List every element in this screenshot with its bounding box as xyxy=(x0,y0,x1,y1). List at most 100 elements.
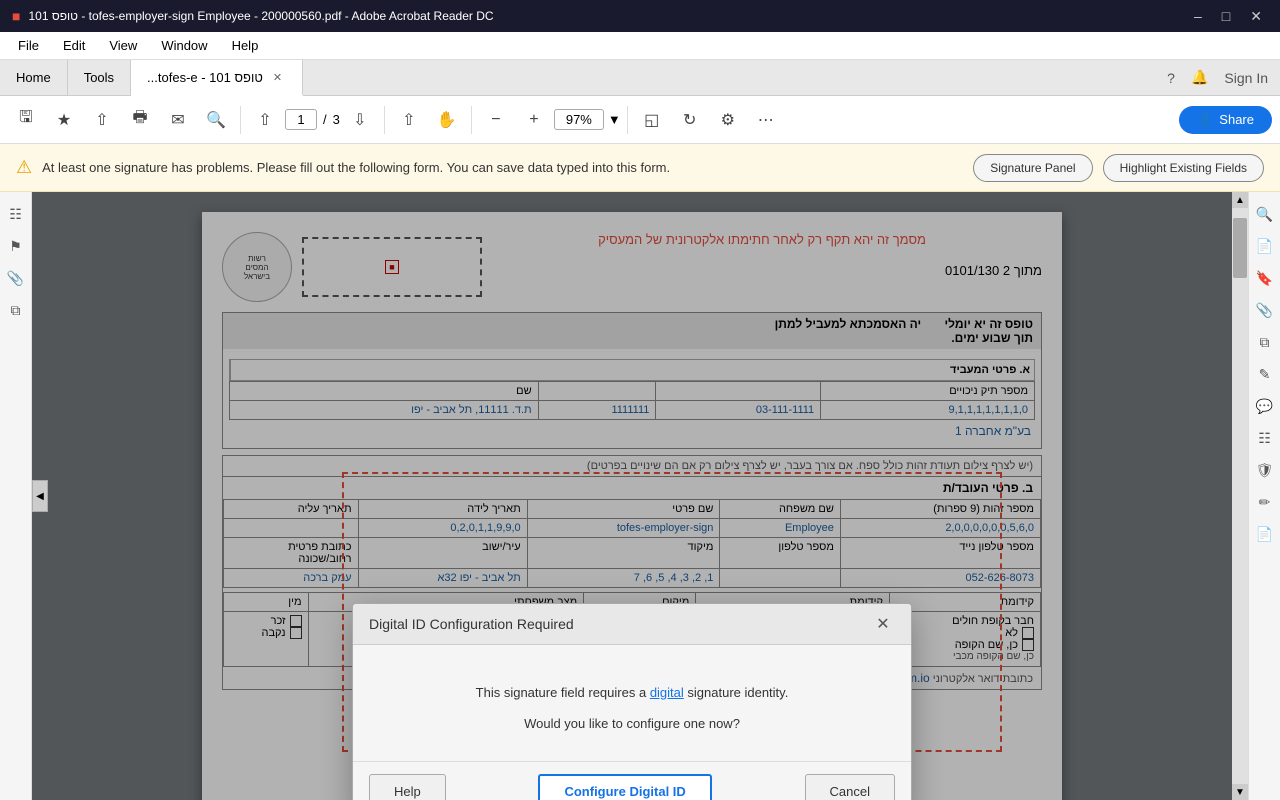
main-layout: ☷ ⚑ 📎 ⧉ מסמך זה יהא תקף רק לאחר חתימתו א… xyxy=(0,192,1280,800)
layers-sidebar-icon[interactable]: ⧉ xyxy=(2,296,30,324)
sep1 xyxy=(240,106,241,134)
configure-digital-id-button[interactable]: Configure Digital ID xyxy=(538,774,711,800)
tab-home-label: Home xyxy=(16,70,51,85)
sep3 xyxy=(471,106,472,134)
page-total: 3 xyxy=(333,112,340,127)
tab-tools[interactable]: Tools xyxy=(68,60,131,95)
add-bookmark-icon[interactable]: 🔖 xyxy=(1251,264,1279,292)
protect-icon[interactable]: 🛡 xyxy=(1251,456,1279,484)
zoom-level[interactable]: 97% xyxy=(554,109,604,130)
cursor-btn[interactable]: ⇧ xyxy=(391,102,427,138)
pdf-page: מסמך זה יהא תקף רק לאחר חתימתו אלקטרונית… xyxy=(202,212,1062,800)
digital-id-dialog: Digital ID Configuration Required ✕ This… xyxy=(352,603,912,800)
share-label: Share xyxy=(1219,112,1254,127)
highlight-fields-button[interactable]: Highlight Existing Fields xyxy=(1103,154,1264,182)
page-input[interactable] xyxy=(285,109,317,130)
zoom-out-btn[interactable]: − xyxy=(478,102,514,138)
right-sidebar: 🔍 📄 🔖 📎 ⧉ ✎ 💬 ☷ 🛡 ✏ 📄 xyxy=(1248,192,1280,800)
menu-window[interactable]: Window xyxy=(151,35,217,56)
cancel-button[interactable]: Cancel xyxy=(805,774,895,800)
dialog-header: Digital ID Configuration Required ✕ xyxy=(353,604,911,645)
sign-icon[interactable]: ✎ xyxy=(1251,360,1279,388)
scroll-up-btn[interactable]: ▲ xyxy=(1232,192,1248,208)
attachment-sidebar-icon[interactable]: 📎 xyxy=(2,264,30,292)
menu-help[interactable]: Help xyxy=(222,35,269,56)
zoom-control: 97% ▼ xyxy=(554,109,621,130)
zoom-dropdown-icon[interactable]: ▼ xyxy=(608,112,621,127)
menu-view[interactable]: View xyxy=(99,35,147,56)
more-btn[interactable]: ⋯ xyxy=(748,102,784,138)
pdf-area: מסמך זה יהא תקף רק לאחר חתימתו אלקטרונית… xyxy=(32,192,1248,800)
menu-file[interactable]: File xyxy=(8,35,49,56)
help-button[interactable]: Help xyxy=(369,774,446,800)
menu-edit[interactable]: Edit xyxy=(53,35,95,56)
tab-tools-label: Tools xyxy=(84,70,114,85)
bookmark-sidebar-icon[interactable]: ⚑ xyxy=(2,232,30,260)
maximize-btn[interactable]: □ xyxy=(1216,6,1236,27)
dialog-title: Digital ID Configuration Required xyxy=(369,616,574,632)
close-btn[interactable]: ✕ xyxy=(1244,6,1268,27)
dialog-body: This signature field requires a digital … xyxy=(353,645,911,761)
comment-icon[interactable]: 💬 xyxy=(1251,392,1279,420)
scroll-down-btn[interactable]: ▼ xyxy=(1232,784,1248,800)
scrollbar-track[interactable] xyxy=(1232,208,1248,784)
window-controls[interactable]: – □ ✕ xyxy=(1188,6,1268,27)
page-nav: / 3 xyxy=(285,109,340,130)
scrollbar-thumb[interactable] xyxy=(1233,218,1247,278)
collapse-sidebar-btn[interactable]: ◀ xyxy=(32,480,48,512)
hand-btn[interactable]: ✋ xyxy=(429,102,465,138)
digital-word: digital xyxy=(650,685,684,700)
dialog-overlay: Digital ID Configuration Required ✕ This… xyxy=(202,212,1062,800)
edit-pdf-icon[interactable]: ✏ xyxy=(1251,488,1279,516)
title-bar: ■ טופס 101 - tofes-employer-sign Employe… xyxy=(0,0,1280,32)
tab-document[interactable]: ...tofes-e - 101 טופס ✕ xyxy=(131,60,303,96)
pdf-scroll[interactable]: מסמך זה יהא תקף רק לאחר חתימתו אלקטרונית… xyxy=(32,192,1232,800)
tab-document-label: ...tofes-e - 101 טופס xyxy=(147,70,263,85)
prev-page-btn[interactable]: ⇧ xyxy=(247,102,283,138)
signature-panel-button[interactable]: Signature Panel xyxy=(973,154,1092,182)
zoom-in-btn[interactable]: + xyxy=(516,102,552,138)
search-btn[interactable]: 🔍 xyxy=(198,102,234,138)
minimize-btn[interactable]: – xyxy=(1188,6,1208,27)
menu-bar: File Edit View Window Help xyxy=(0,32,1280,60)
sep2 xyxy=(384,106,385,134)
tools-btn[interactable]: ⚙ xyxy=(710,102,746,138)
attach-icon[interactable]: 📎 xyxy=(1251,296,1279,324)
tab-home[interactable]: Home xyxy=(0,60,68,95)
save-btn[interactable]: 🖫 xyxy=(8,102,44,138)
magnify-icon[interactable]: 🔍 xyxy=(1251,200,1279,228)
tab-right-actions: ? 🔔 Sign In xyxy=(1167,60,1280,95)
app-icon: ■ xyxy=(12,8,20,24)
add-page-icon[interactable]: 📄 xyxy=(1251,232,1279,260)
notification-bar: ⚠ At least one signature has problems. P… xyxy=(0,144,1280,192)
dialog-close-btn[interactable]: ✕ xyxy=(871,612,895,636)
page-sep: / xyxy=(323,112,327,127)
signin-label[interactable]: Sign In xyxy=(1224,70,1268,86)
share-button[interactable]: 👤 Share xyxy=(1179,106,1272,134)
window-title: טופס 101 - tofes-employer-sign Employee … xyxy=(28,9,493,23)
warning-icon: ⚠ xyxy=(16,157,32,178)
share-icon: 👤 xyxy=(1197,112,1213,128)
dialog-message1: This signature field requires a digital … xyxy=(373,685,891,700)
tab-close-btn[interactable]: ✕ xyxy=(269,69,286,86)
organize-icon[interactable]: ☷ xyxy=(1251,424,1279,452)
dialog-footer: Help Configure Digital ID Cancel xyxy=(353,761,911,800)
bookmark-btn[interactable]: ★ xyxy=(46,102,82,138)
page-thumbnail-icon[interactable]: ☷ xyxy=(2,200,30,228)
notification-icon[interactable]: 🔔 xyxy=(1191,69,1208,86)
vertical-scrollbar[interactable]: ▲ ▼ xyxy=(1232,192,1248,800)
toolbar: 🖫 ★ ⇧ 🖶 ✉ 🔍 ⇧ / 3 ⇩ ⇧ ✋ − + 97% ▼ ◱ ↻ ⚙ … xyxy=(0,96,1280,144)
export-icon[interactable]: 📄 xyxy=(1251,520,1279,548)
sep4 xyxy=(627,106,628,134)
upload-btn[interactable]: ⇧ xyxy=(84,102,120,138)
tab-bar: Home Tools ...tofes-e - 101 טופס ✕ ? 🔔 S… xyxy=(0,60,1280,96)
next-page-btn[interactable]: ⇩ xyxy=(342,102,378,138)
rotate-btn[interactable]: ↻ xyxy=(672,102,708,138)
dialog-message2: Would you like to configure one now? xyxy=(373,716,891,731)
email-btn[interactable]: ✉ xyxy=(160,102,196,138)
layers-icon[interactable]: ⧉ xyxy=(1251,328,1279,356)
left-sidebar: ☷ ⚑ 📎 ⧉ xyxy=(0,192,32,800)
fit-page-btn[interactable]: ◱ xyxy=(634,102,670,138)
print-btn[interactable]: 🖶 xyxy=(122,102,158,138)
help-icon[interactable]: ? xyxy=(1167,70,1175,86)
